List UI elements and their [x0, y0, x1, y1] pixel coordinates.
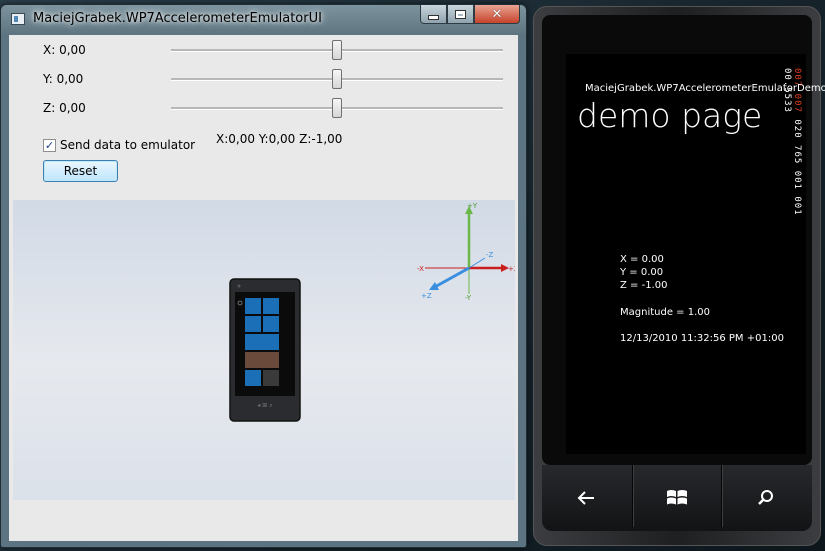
back-button[interactable] — [542, 465, 630, 531]
svg-text:◂ ⊞ ⌕: ◂ ⊞ ⌕ — [257, 402, 272, 409]
window-client-area: X: 0,00 Y: 0,00 Z: 0,00 ✓ Send data to e… — [9, 35, 518, 541]
hardware-buttons-bar — [542, 465, 812, 531]
frame-rate-counters: 007 007 020 765 001 001 00.5533 — [782, 68, 802, 258]
title-bar[interactable]: MaciejGrabek.WP7AccelerometerEmulatorUI … — [1, 5, 526, 35]
emulator-z-value: Z = -1.00 — [620, 280, 668, 291]
emulator-y-value: Y = 0.00 — [620, 267, 664, 278]
minimize-button[interactable] — [420, 5, 447, 24]
acceleration-readout: X:0,00 Y:0,00 Z:-1,00 — [216, 132, 343, 146]
y-slider-label: Y: 0,00 — [43, 72, 84, 86]
emulator-x-value: X = 0.00 — [620, 254, 664, 265]
axis-label-minus-y: -Y — [465, 294, 472, 302]
app-icon[interactable] — [11, 13, 25, 25]
window-controls: ✕ — [420, 5, 520, 25]
axis-label-plus-z: +Z — [421, 292, 432, 300]
close-button[interactable]: ✕ — [474, 5, 520, 24]
search-icon — [758, 490, 773, 505]
send-data-checkbox-row[interactable]: ✓ Send data to emulator — [43, 138, 195, 152]
back-arrow-icon — [577, 491, 594, 505]
axis-label-plus-x: +X — [508, 265, 515, 273]
slider-row-z: Z: 0,00 — [9, 97, 518, 119]
axis-label-plus-y: +Y — [467, 202, 478, 210]
phone-emulator: 007 007 020 765 001 001 00.5533 MaciejGr… — [533, 6, 825, 546]
axis-label-minus-x: -X — [417, 265, 424, 273]
emulator-bezel: 007 007 020 765 001 001 00.5533 MaciejGr… — [542, 15, 825, 465]
x-slider-thumb[interactable] — [332, 40, 342, 60]
send-data-checkbox[interactable]: ✓ — [43, 138, 56, 152]
y-slider-thumb[interactable] — [332, 69, 342, 89]
close-icon: ✕ — [491, 6, 503, 22]
y-slider-track[interactable] — [171, 69, 503, 89]
emulator-screen[interactable]: 007 007 020 765 001 001 00.5533 MaciejGr… — [566, 54, 825, 454]
z-slider-thumb[interactable] — [332, 98, 342, 118]
accelerometer-ui-window: MaciejGrabek.WP7AccelerometerEmulatorUI … — [0, 4, 527, 548]
axis-label-minus-z: -Z — [486, 251, 494, 259]
reset-button[interactable]: Reset — [43, 160, 118, 182]
z-slider-label: Z: 0,00 — [43, 101, 86, 115]
phone-model: ◂ ⊞ ⌕ — [229, 278, 301, 422]
x-slider-track[interactable] — [171, 40, 503, 60]
3d-viewport[interactable]: ◂ ⊞ ⌕ +Y -Y +X -X +Z -Z — [13, 200, 515, 500]
emulator-timestamp: 12/13/2010 11:32:56 PM +01:00 — [620, 333, 784, 344]
checkmark-icon: ✓ — [44, 138, 55, 152]
slider-row-y: Y: 0,00 — [9, 68, 518, 90]
maximize-icon — [455, 9, 466, 19]
emulator-page-title: demo page — [577, 96, 763, 135]
axes-gizmo: +Y -Y +X -X +Z -Z — [417, 202, 515, 302]
slider-row-x: X: 0,00 — [9, 39, 518, 61]
z-slider-track[interactable] — [171, 98, 503, 118]
minimize-icon — [428, 14, 439, 20]
emulator-app-title: MaciejGrabek.WP7AccelerometerEmulatorDem… — [585, 83, 825, 94]
start-button[interactable] — [633, 465, 721, 531]
search-button[interactable] — [722, 465, 810, 531]
send-data-label[interactable]: Send data to emulator — [60, 138, 195, 152]
windows-logo-icon — [667, 490, 687, 505]
maximize-button[interactable] — [447, 5, 474, 24]
emulator-magnitude: Magnitude = 1.00 — [620, 307, 710, 318]
window-title: MaciejGrabek.WP7AccelerometerEmulatorUI — [33, 11, 322, 26]
x-slider-label: X: 0,00 — [43, 43, 86, 57]
